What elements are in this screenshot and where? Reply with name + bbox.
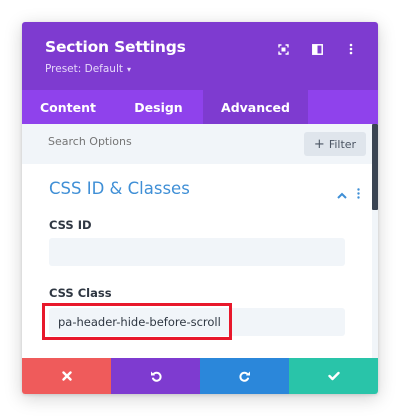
settings-content: CSS ID & Classes CSS ID CSS Class	[22, 164, 372, 358]
plus-icon: +	[313, 136, 325, 152]
undo-button[interactable]	[111, 358, 200, 394]
split-view-icon[interactable]	[300, 39, 334, 59]
chevron-up-icon[interactable]	[337, 184, 347, 203]
section-title[interactable]: CSS ID & Classes	[49, 179, 190, 198]
preset-label: Preset: Default	[45, 63, 123, 75]
search-input[interactable]	[48, 135, 248, 148]
tab-advanced[interactable]: Advanced	[203, 90, 308, 124]
scrollbar-thumb[interactable]	[372, 124, 378, 210]
modal-footer	[22, 358, 378, 394]
section-more-icon[interactable]	[357, 184, 360, 203]
modal-header: Section Settings Preset: Default ▾	[22, 22, 378, 90]
tab-design[interactable]: Design	[114, 90, 203, 124]
save-button[interactable]	[289, 358, 378, 394]
search-bar: + Filter	[22, 124, 372, 164]
tab-bar: Content Design Advanced	[22, 90, 378, 124]
redo-button[interactable]	[200, 358, 289, 394]
check-icon	[327, 371, 340, 381]
tab-content[interactable]: Content	[22, 90, 114, 124]
close-icon	[61, 371, 72, 381]
filter-button[interactable]: + Filter	[304, 132, 366, 156]
discard-button[interactable]	[22, 358, 111, 394]
section-actions	[337, 184, 360, 203]
undo-icon	[150, 371, 162, 382]
css-class-label: CSS Class	[49, 286, 112, 300]
fullscreen-icon[interactable]	[266, 39, 300, 59]
preset-selector[interactable]: Preset: Default ▾	[45, 63, 131, 75]
css-id-label: CSS ID	[49, 218, 92, 232]
redo-icon	[238, 371, 250, 382]
modal-title: Section Settings	[45, 38, 186, 56]
header-actions	[266, 39, 368, 59]
caret-down-icon: ▾	[126, 64, 131, 74]
filter-label: Filter	[328, 137, 357, 151]
css-id-input[interactable]	[49, 238, 345, 266]
more-vert-icon[interactable]	[334, 39, 368, 59]
css-class-input[interactable]	[49, 308, 345, 336]
settings-modal: Section Settings Preset: Default ▾ Conte…	[22, 22, 378, 394]
